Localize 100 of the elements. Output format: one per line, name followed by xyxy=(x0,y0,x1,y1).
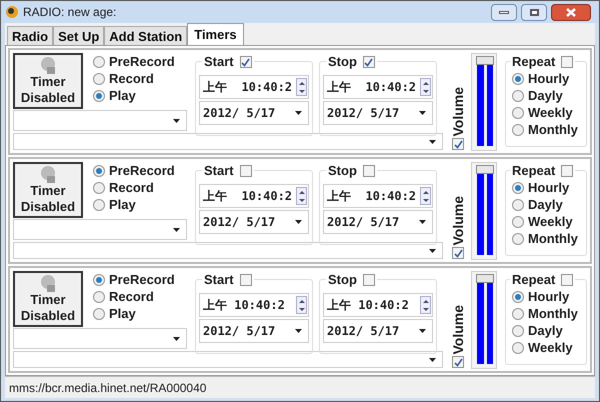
radio-button[interactable] xyxy=(512,216,524,228)
tab[interactable]: Radio xyxy=(7,26,54,46)
radio-label: Hourly xyxy=(528,288,570,306)
time-field[interactable]: 上午 10:40:2 xyxy=(199,75,309,100)
checkbox[interactable] xyxy=(240,165,252,178)
radio-button[interactable] xyxy=(93,290,105,303)
date-field[interactable]: 2012/ 5/17 xyxy=(323,101,433,126)
checkbox[interactable] xyxy=(561,56,574,68)
radio-label: Play xyxy=(109,305,136,324)
radio-label: Weekly xyxy=(528,339,573,358)
time-field[interactable]: 上午 10:40:2 xyxy=(323,75,433,100)
radio-label: Dayly xyxy=(528,87,563,106)
dropdown-arrow-icon xyxy=(419,329,426,334)
radio-button[interactable] xyxy=(512,324,524,337)
timer-button[interactable]: Timer Disabled xyxy=(13,53,83,110)
radio-button[interactable] xyxy=(512,72,524,85)
checkbox[interactable] xyxy=(362,56,375,68)
radio-button[interactable] xyxy=(93,72,105,85)
radio-button[interactable] xyxy=(93,164,105,177)
radio-button[interactable] xyxy=(512,90,524,102)
radio-button[interactable] xyxy=(93,274,105,286)
minimize-button[interactable] xyxy=(491,4,517,21)
radio-button[interactable] xyxy=(93,182,105,194)
group-label: Stop xyxy=(328,53,357,72)
volume-slider[interactable] xyxy=(471,271,497,370)
tab[interactable]: Set Up xyxy=(53,26,104,46)
checkbox[interactable] xyxy=(240,274,252,286)
radio-button[interactable] xyxy=(93,56,105,68)
radio-button[interactable] xyxy=(512,308,524,320)
volume-slider[interactable] xyxy=(471,162,497,260)
radio-button[interactable] xyxy=(512,342,524,354)
timer-button[interactable]: Timer Disabled xyxy=(13,271,83,328)
group-label: Repeat xyxy=(512,53,556,72)
checkbox[interactable] xyxy=(362,165,375,178)
dropdown-arrow-icon xyxy=(295,220,302,224)
radio-button[interactable] xyxy=(512,232,524,245)
radio-label: Hourly xyxy=(528,70,570,88)
radio-button[interactable] xyxy=(512,106,524,119)
time-field[interactable]: 上午 10:40:2 xyxy=(323,293,433,318)
checkbox[interactable] xyxy=(452,247,464,260)
time-field[interactable]: 上午 10:40:2 xyxy=(199,184,309,208)
radio-button[interactable] xyxy=(512,182,524,194)
radio-button[interactable] xyxy=(512,290,524,303)
radio-label: Hourly xyxy=(528,179,570,198)
group-label: Repeat xyxy=(512,162,556,180)
date-field[interactable]: 2012/ 5/17 xyxy=(199,319,309,344)
tab[interactable]: Add Station xyxy=(104,26,188,46)
spinner-icon[interactable] xyxy=(296,187,307,206)
spinner-icon[interactable] xyxy=(420,187,431,206)
dropdown-arrow-icon xyxy=(429,358,436,362)
volume-slider[interactable] xyxy=(471,53,497,152)
spinner-icon[interactable] xyxy=(420,296,431,314)
dropdown-arrow-icon xyxy=(295,111,302,116)
checkbox[interactable] xyxy=(561,165,574,178)
date-field[interactable]: 2012/ 5/17 xyxy=(199,101,309,126)
radio-label: Monthly xyxy=(528,230,578,248)
window-title: RADIO: new age: xyxy=(23,4,118,22)
radio-label: Record xyxy=(109,288,154,306)
close-button[interactable] xyxy=(551,4,591,21)
time-field[interactable]: 上午 10:40:2 xyxy=(323,184,433,208)
volume-label: Volume xyxy=(448,86,466,136)
radio-button[interactable] xyxy=(512,124,524,136)
checkbox[interactable] xyxy=(452,356,464,368)
radio-button[interactable] xyxy=(512,198,524,211)
checkbox[interactable] xyxy=(452,138,464,150)
spinner-icon[interactable] xyxy=(296,296,307,314)
group-label: Repeat xyxy=(512,271,556,290)
radio-label: Play xyxy=(109,87,136,106)
tab[interactable]: Timers xyxy=(187,23,244,46)
app-icon xyxy=(5,5,19,20)
radio-label: PreRecord xyxy=(109,271,175,290)
status-bar: mms://bcr.media.hinet.net/RA000040 xyxy=(5,376,595,398)
radio-label: Weekly xyxy=(528,213,573,232)
radio-button[interactable] xyxy=(93,308,105,320)
checkbox[interactable] xyxy=(561,274,574,286)
time-field[interactable]: 上午 10:40:2 xyxy=(199,293,309,318)
maximize-button[interactable] xyxy=(521,4,547,21)
date-field[interactable]: 2012/ 5/17 xyxy=(323,319,433,344)
date-field[interactable]: 2012/ 5/17 xyxy=(323,210,433,234)
slider-thumb[interactable] xyxy=(476,274,494,284)
dropdown-arrow-icon xyxy=(429,248,436,253)
group-label: Start xyxy=(204,271,234,290)
dropdown-arrow-icon xyxy=(295,329,302,334)
radio-label: Play xyxy=(109,196,136,214)
radio-button[interactable] xyxy=(93,90,105,102)
timer-button[interactable]: Timer Disabled xyxy=(13,162,83,218)
group-label: Stop xyxy=(328,162,357,180)
spinner-icon[interactable] xyxy=(296,78,307,96)
volume-label: Volume xyxy=(448,304,466,354)
checkbox[interactable] xyxy=(240,56,252,68)
radio-label: Dayly xyxy=(528,322,563,340)
radio-button[interactable] xyxy=(93,198,105,211)
dropdown-arrow-icon xyxy=(173,336,180,341)
slider-thumb[interactable] xyxy=(476,165,494,174)
checkbox[interactable] xyxy=(362,274,375,286)
date-field[interactable]: 2012/ 5/17 xyxy=(199,210,309,234)
slider-thumb[interactable] xyxy=(476,56,494,66)
dropdown-arrow-icon xyxy=(173,228,180,232)
spinner-icon[interactable] xyxy=(420,78,431,96)
radio-label: PreRecord xyxy=(109,162,175,180)
